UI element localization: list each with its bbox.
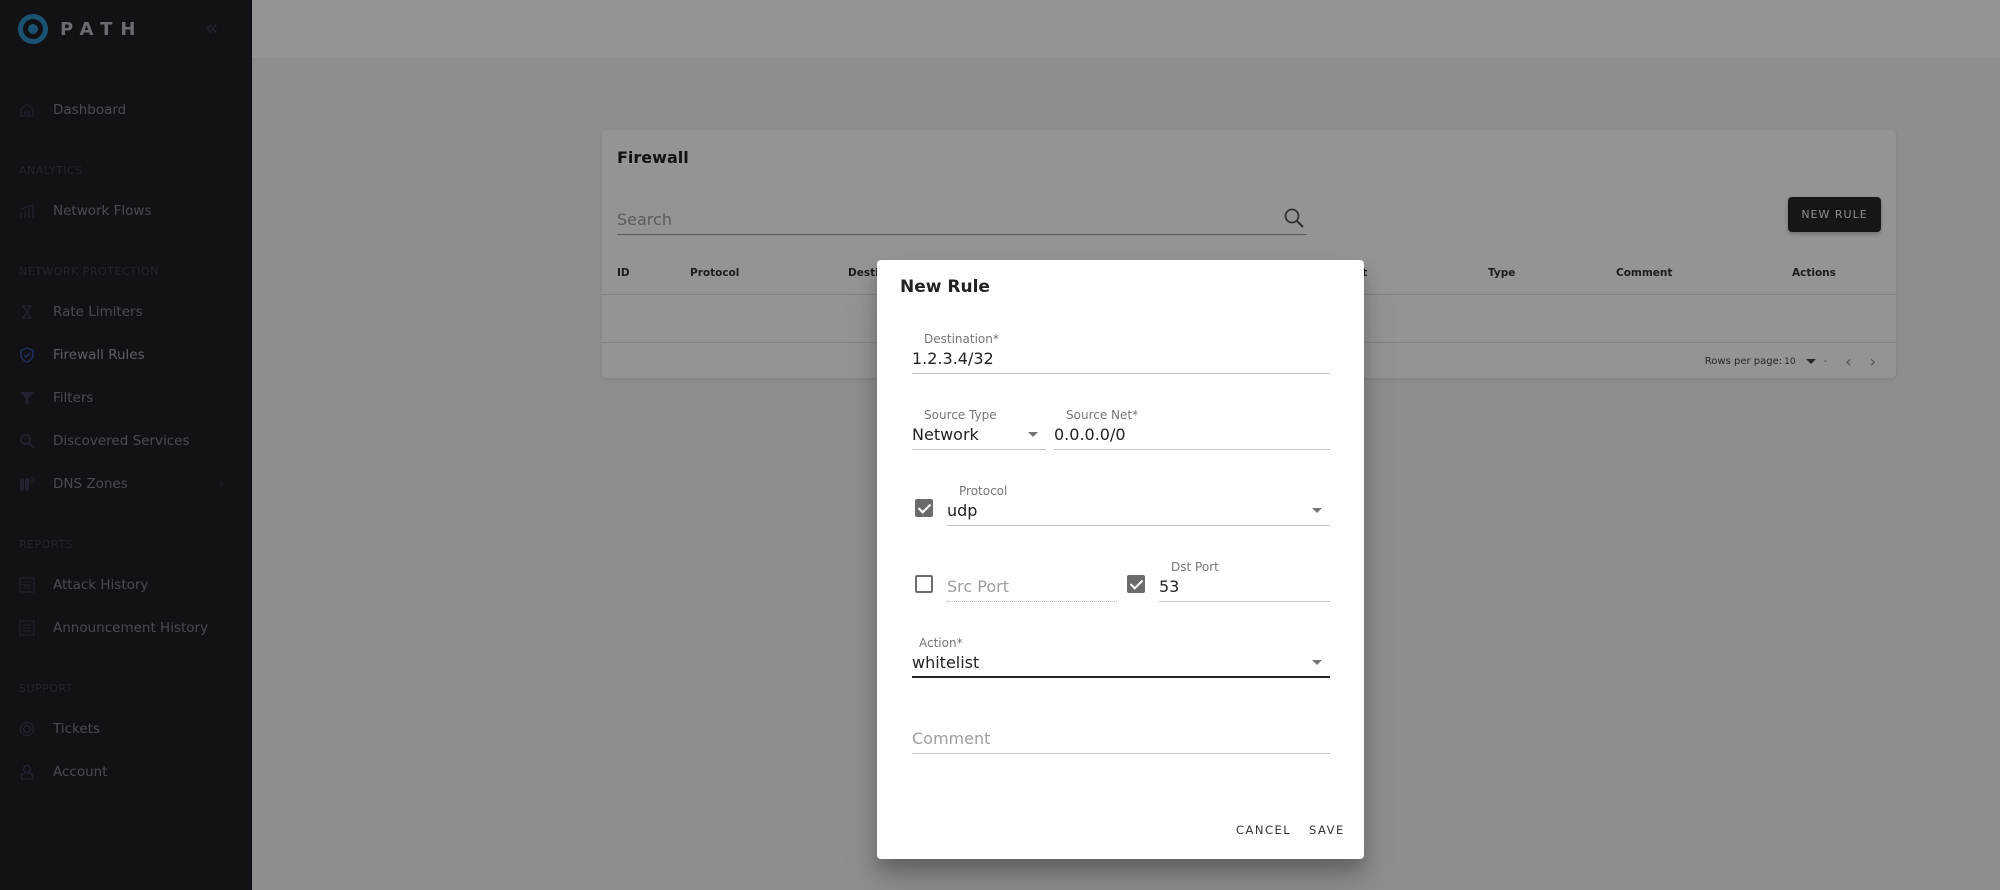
action-select[interactable]: Action* whitelist bbox=[912, 636, 1330, 678]
comment-placeholder: Comment bbox=[912, 729, 991, 748]
field-underline bbox=[1054, 449, 1330, 450]
field-underline bbox=[1159, 601, 1330, 602]
field-underline bbox=[947, 601, 1117, 602]
field-underline bbox=[912, 373, 1330, 374]
field-underline bbox=[947, 525, 1330, 526]
dst-port-label: Dst Port bbox=[1171, 560, 1219, 574]
caret-down-icon bbox=[1312, 660, 1322, 665]
dst-port-value: 53 bbox=[1159, 577, 1180, 596]
source-net-value: 0.0.0.0/0 bbox=[1054, 425, 1126, 444]
source-type-select[interactable]: Source Type Network bbox=[912, 408, 1046, 450]
cancel-button[interactable]: CANCEL bbox=[1236, 823, 1291, 837]
src-port-field[interactable]: Src Port bbox=[947, 560, 1117, 602]
comment-field[interactable]: Comment bbox=[912, 712, 1330, 754]
destination-field[interactable]: Destination* 1.2.3.4/32 bbox=[912, 332, 1330, 374]
source-type-value: Network bbox=[912, 425, 979, 444]
field-underline bbox=[912, 753, 1330, 754]
new-rule-dialog: New Rule Destination* 1.2.3.4/32 Source … bbox=[877, 260, 1364, 859]
source-net-field[interactable]: Source Net* 0.0.0.0/0 bbox=[1054, 408, 1330, 450]
save-button[interactable]: SAVE bbox=[1309, 823, 1345, 837]
protocol-select[interactable]: Protocol udp bbox=[947, 484, 1330, 526]
protocol-label: Protocol bbox=[959, 484, 1008, 498]
source-net-label: Source Net* bbox=[1066, 408, 1139, 422]
caret-down-icon bbox=[1028, 432, 1038, 437]
src-port-checkbox[interactable] bbox=[915, 575, 933, 593]
dst-port-field[interactable]: Dst Port 53 bbox=[1159, 560, 1330, 602]
src-port-placeholder: Src Port bbox=[947, 577, 1009, 596]
protocol-value: udp bbox=[947, 501, 978, 520]
destination-value: 1.2.3.4/32 bbox=[912, 349, 994, 368]
field-underline bbox=[912, 676, 1330, 678]
destination-label: Destination* bbox=[924, 332, 999, 346]
source-type-label: Source Type bbox=[924, 408, 997, 422]
action-label: Action* bbox=[919, 636, 963, 650]
dialog-title: New Rule bbox=[900, 277, 990, 297]
field-underline bbox=[912, 449, 1046, 450]
action-value: whitelist bbox=[912, 653, 980, 672]
caret-down-icon bbox=[1312, 508, 1322, 513]
protocol-checkbox[interactable] bbox=[915, 499, 933, 517]
dst-port-checkbox[interactable] bbox=[1127, 575, 1145, 593]
